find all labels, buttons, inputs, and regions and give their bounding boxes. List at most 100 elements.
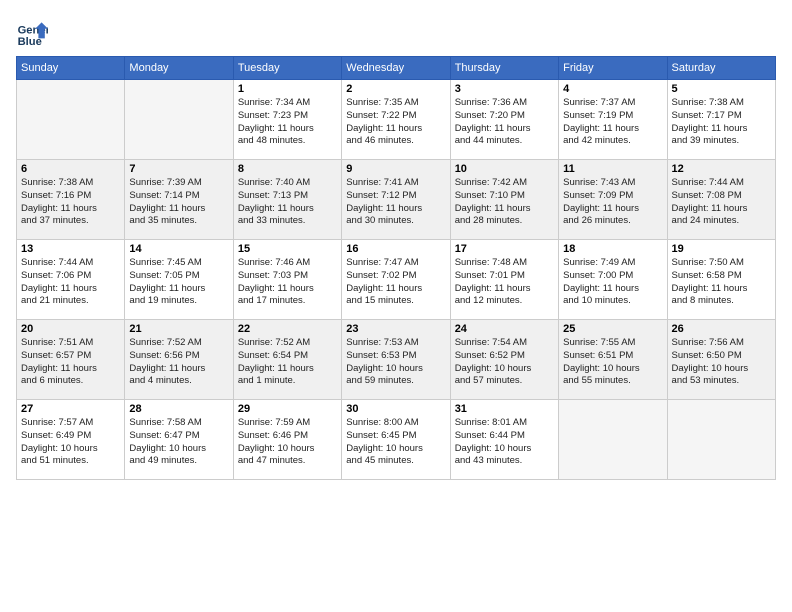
day-header-monday: Monday bbox=[125, 57, 233, 80]
day-number: 7 bbox=[129, 163, 228, 175]
day-header-friday: Friday bbox=[559, 57, 667, 80]
day-info: Sunrise: 7:37 AM Sunset: 7:19 PM Dayligh… bbox=[563, 97, 662, 148]
day-number: 14 bbox=[129, 243, 228, 255]
day-info: Sunrise: 7:56 AM Sunset: 6:50 PM Dayligh… bbox=[672, 337, 771, 388]
day-number: 26 bbox=[672, 323, 771, 335]
calendar-cell: 1 Sunrise: 7:34 AM Sunset: 7:23 PM Daylig… bbox=[233, 80, 341, 160]
day-info: Sunrise: 7:35 AM Sunset: 7:22 PM Dayligh… bbox=[346, 97, 445, 148]
day-info: Sunrise: 7:44 AM Sunset: 7:08 PM Dayligh… bbox=[672, 177, 771, 228]
day-info: Sunrise: 7:34 AM Sunset: 7:23 PM Dayligh… bbox=[238, 97, 337, 148]
calendar-cell: 4 Sunrise: 7:37 AM Sunset: 7:19 PM Daylig… bbox=[559, 80, 667, 160]
calendar-cell: 20Sunrise: 7:51 AM Sunset: 6:57 PM Dayli… bbox=[17, 320, 125, 400]
calendar-week-row: 1 Sunrise: 7:34 AM Sunset: 7:23 PM Daylig… bbox=[17, 80, 776, 160]
calendar-cell bbox=[17, 80, 125, 160]
day-number: 11 bbox=[563, 163, 662, 175]
day-info: Sunrise: 7:57 AM Sunset: 6:49 PM Dayligh… bbox=[21, 417, 120, 468]
day-info: Sunrise: 7:40 AM Sunset: 7:13 PM Dayligh… bbox=[238, 177, 337, 228]
day-number: 18 bbox=[563, 243, 662, 255]
calendar-cell: 14 Sunrise: 7:45 AM Sunset: 7:05 PM Dayli… bbox=[125, 240, 233, 320]
day-info: Sunrise: 7:49 AM Sunset: 7:00 PM Dayligh… bbox=[563, 257, 662, 308]
day-info: Sunrise: 7:38 AM Sunset: 7:16 PM Dayligh… bbox=[21, 177, 120, 228]
calendar-cell: 2 Sunrise: 7:35 AM Sunset: 7:22 PM Daylig… bbox=[342, 80, 450, 160]
calendar-cell: 16 Sunrise: 7:47 AM Sunset: 7:02 PM Dayli… bbox=[342, 240, 450, 320]
day-info: Sunrise: 7:58 AM Sunset: 6:47 PM Dayligh… bbox=[129, 417, 228, 468]
day-number: 1 bbox=[238, 83, 337, 95]
calendar-cell: 21Sunrise: 7:52 AM Sunset: 6:56 PM Dayli… bbox=[125, 320, 233, 400]
calendar-cell: 13Sunrise: 7:44 AM Sunset: 7:06 PM Dayli… bbox=[17, 240, 125, 320]
day-number: 10 bbox=[455, 163, 554, 175]
day-number: 19 bbox=[672, 243, 771, 255]
day-info: Sunrise: 7:59 AM Sunset: 6:46 PM Dayligh… bbox=[238, 417, 337, 468]
day-info: Sunrise: 7:42 AM Sunset: 7:10 PM Dayligh… bbox=[455, 177, 554, 228]
calendar-cell: 10 Sunrise: 7:42 AM Sunset: 7:10 PM Dayli… bbox=[450, 160, 558, 240]
day-number: 27 bbox=[21, 403, 120, 415]
day-header-thursday: Thursday bbox=[450, 57, 558, 80]
day-number: 5 bbox=[672, 83, 771, 95]
calendar-header-row: SundayMondayTuesdayWednesdayThursdayFrid… bbox=[17, 57, 776, 80]
day-number: 21 bbox=[129, 323, 228, 335]
calendar-cell: 22 Sunrise: 7:52 AM Sunset: 6:54 PM Dayli… bbox=[233, 320, 341, 400]
calendar-cell: 11 Sunrise: 7:43 AM Sunset: 7:09 PM Dayli… bbox=[559, 160, 667, 240]
calendar-cell: 28 Sunrise: 7:58 AM Sunset: 6:47 PM Dayli… bbox=[125, 400, 233, 480]
day-header-tuesday: Tuesday bbox=[233, 57, 341, 80]
calendar-cell: 6 Sunrise: 7:38 AM Sunset: 7:16 PM Daylig… bbox=[17, 160, 125, 240]
day-header-sunday: Sunday bbox=[17, 57, 125, 80]
calendar-cell: 31Sunrise: 8:01 AM Sunset: 6:44 PM Dayli… bbox=[450, 400, 558, 480]
day-info: Sunrise: 8:00 AM Sunset: 6:45 PM Dayligh… bbox=[346, 417, 445, 468]
calendar-table: SundayMondayTuesdayWednesdayThursdayFrid… bbox=[16, 56, 776, 480]
calendar-week-row: 6 Sunrise: 7:38 AM Sunset: 7:16 PM Daylig… bbox=[17, 160, 776, 240]
day-number: 12 bbox=[672, 163, 771, 175]
calendar-cell: 18 Sunrise: 7:49 AM Sunset: 7:00 PM Dayli… bbox=[559, 240, 667, 320]
calendar-cell: 3Sunrise: 7:36 AM Sunset: 7:20 PM Daylig… bbox=[450, 80, 558, 160]
day-number: 17 bbox=[455, 243, 554, 255]
day-number: 16 bbox=[346, 243, 445, 255]
calendar-cell bbox=[559, 400, 667, 480]
day-info: Sunrise: 7:46 AM Sunset: 7:03 PM Dayligh… bbox=[238, 257, 337, 308]
day-number: 2 bbox=[346, 83, 445, 95]
day-number: 13 bbox=[21, 243, 120, 255]
calendar-cell: 17 Sunrise: 7:48 AM Sunset: 7:01 PM Dayli… bbox=[450, 240, 558, 320]
calendar-week-row: 27 Sunrise: 7:57 AM Sunset: 6:49 PM Dayli… bbox=[17, 400, 776, 480]
day-info: Sunrise: 7:50 AM Sunset: 6:58 PM Dayligh… bbox=[672, 257, 771, 308]
calendar-week-row: 20Sunrise: 7:51 AM Sunset: 6:57 PM Dayli… bbox=[17, 320, 776, 400]
calendar-cell bbox=[125, 80, 233, 160]
day-number: 22 bbox=[238, 323, 337, 335]
calendar-cell: 25Sunrise: 7:55 AM Sunset: 6:51 PM Dayli… bbox=[559, 320, 667, 400]
day-info: Sunrise: 7:47 AM Sunset: 7:02 PM Dayligh… bbox=[346, 257, 445, 308]
day-number: 28 bbox=[129, 403, 228, 415]
day-info: Sunrise: 7:41 AM Sunset: 7:12 PM Dayligh… bbox=[346, 177, 445, 228]
logo-icon: General Blue bbox=[16, 16, 48, 48]
calendar-cell: 30 Sunrise: 8:00 AM Sunset: 6:45 PM Dayli… bbox=[342, 400, 450, 480]
calendar-week-row: 13Sunrise: 7:44 AM Sunset: 7:06 PM Dayli… bbox=[17, 240, 776, 320]
day-info: Sunrise: 7:48 AM Sunset: 7:01 PM Dayligh… bbox=[455, 257, 554, 308]
day-number: 6 bbox=[21, 163, 120, 175]
day-info: Sunrise: 7:43 AM Sunset: 7:09 PM Dayligh… bbox=[563, 177, 662, 228]
calendar-cell: 7 Sunrise: 7:39 AM Sunset: 7:14 PM Daylig… bbox=[125, 160, 233, 240]
calendar-cell: 15 Sunrise: 7:46 AM Sunset: 7:03 PM Dayli… bbox=[233, 240, 341, 320]
logo: General Blue bbox=[16, 16, 52, 48]
calendar-cell: 27 Sunrise: 7:57 AM Sunset: 6:49 PM Dayli… bbox=[17, 400, 125, 480]
page-header: General Blue bbox=[16, 16, 776, 48]
day-info: Sunrise: 7:53 AM Sunset: 6:53 PM Dayligh… bbox=[346, 337, 445, 388]
day-number: 23 bbox=[346, 323, 445, 335]
calendar-cell: 9 Sunrise: 7:41 AM Sunset: 7:12 PM Daylig… bbox=[342, 160, 450, 240]
calendar-cell: 26 Sunrise: 7:56 AM Sunset: 6:50 PM Dayli… bbox=[667, 320, 775, 400]
calendar-cell bbox=[667, 400, 775, 480]
day-info: Sunrise: 7:39 AM Sunset: 7:14 PM Dayligh… bbox=[129, 177, 228, 228]
day-number: 25 bbox=[563, 323, 662, 335]
day-info: Sunrise: 7:54 AM Sunset: 6:52 PM Dayligh… bbox=[455, 337, 554, 388]
day-number: 4 bbox=[563, 83, 662, 95]
day-number: 29 bbox=[238, 403, 337, 415]
day-number: 24 bbox=[455, 323, 554, 335]
svg-text:Blue: Blue bbox=[18, 36, 42, 48]
day-number: 15 bbox=[238, 243, 337, 255]
day-number: 31 bbox=[455, 403, 554, 415]
day-number: 30 bbox=[346, 403, 445, 415]
day-info: Sunrise: 7:45 AM Sunset: 7:05 PM Dayligh… bbox=[129, 257, 228, 308]
day-number: 9 bbox=[346, 163, 445, 175]
calendar-cell: 5Sunrise: 7:38 AM Sunset: 7:17 PM Daylig… bbox=[667, 80, 775, 160]
calendar-cell: 12 Sunrise: 7:44 AM Sunset: 7:08 PM Dayli… bbox=[667, 160, 775, 240]
day-info: Sunrise: 7:52 AM Sunset: 6:54 PM Dayligh… bbox=[238, 337, 337, 388]
calendar-cell: 19 Sunrise: 7:50 AM Sunset: 6:58 PM Dayli… bbox=[667, 240, 775, 320]
day-header-wednesday: Wednesday bbox=[342, 57, 450, 80]
